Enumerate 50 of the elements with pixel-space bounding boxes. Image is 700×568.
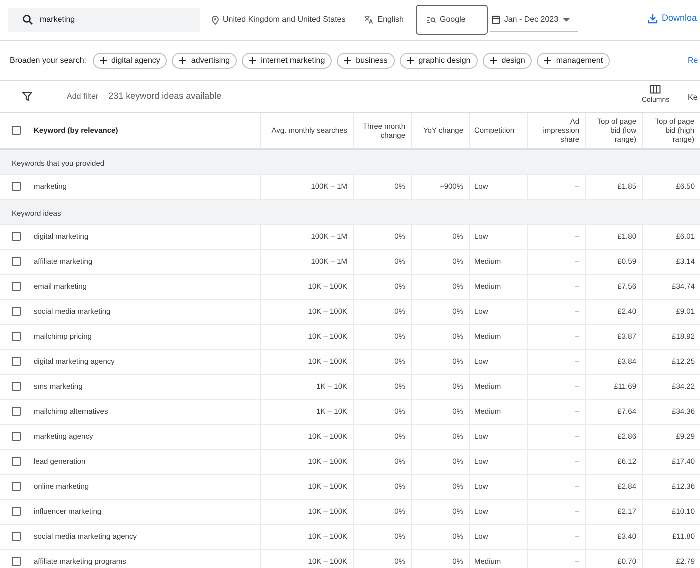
keyword-count: 231 keyword ideas available [108,90,222,103]
search-field[interactable]: marketing [8,8,200,32]
translate-icon [364,15,374,25]
language-selector[interactable]: English [378,14,404,26]
plus-icon [406,57,414,64]
checkbox[interactable] [12,332,21,342]
add-filter-button[interactable]: Add filter [67,90,99,102]
calendar-icon [492,14,500,24]
columns-icon [650,85,662,94]
search-icon [22,14,34,26]
search-lines-icon [427,16,436,24]
checkbox[interactable] [12,357,21,366]
dropdown-caret-icon [562,18,570,22]
location-selector[interactable]: United Kingdom and United States [223,14,346,26]
checkbox[interactable] [12,407,21,416]
suggestion-chip[interactable]: graphic design [400,52,478,68]
plus-icon [179,57,186,64]
checkbox[interactable] [12,457,21,466]
checkbox[interactable] [12,432,21,442]
suggestion-chip[interactable]: design [482,52,532,68]
checkbox[interactable] [12,182,21,192]
checkbox[interactable] [12,257,21,266]
checkbox[interactable] [12,126,21,135]
download-link[interactable]: Downloa [662,12,698,26]
suggestion-chip[interactable]: management [537,52,610,68]
plus-icon [249,57,256,64]
suggestion-chip[interactable]: digital agency [92,52,168,68]
checkbox[interactable] [12,307,21,316]
checkbox[interactable] [12,382,21,392]
suggestion-chip[interactable]: business [337,52,395,68]
suggestion-chip[interactable]: internet marketing [242,52,332,68]
checkbox[interactable] [12,482,21,492]
download-icon [648,13,658,24]
date-range-selector[interactable]: Jan - Dec 2023 [490,8,578,32]
broaden-label: Broaden your search: [10,54,86,66]
plus-icon [490,57,497,64]
checkbox[interactable] [12,507,21,516]
suggestion-chip[interactable]: advertising [172,52,238,68]
plus-icon [100,57,106,64]
checkbox[interactable] [12,232,21,242]
location-pin-icon [212,16,219,24]
keyword-view-label: Ke [688,92,698,104]
plus-icon [344,57,352,64]
checkbox[interactable] [12,557,21,566]
filter-icon[interactable] [22,91,33,102]
checkbox[interactable] [12,282,21,292]
refresh-link[interactable]: Re [688,55,698,67]
search-network-selector[interactable]: Google [416,5,488,35]
checkbox[interactable] [12,532,21,542]
plus-icon [544,57,552,64]
